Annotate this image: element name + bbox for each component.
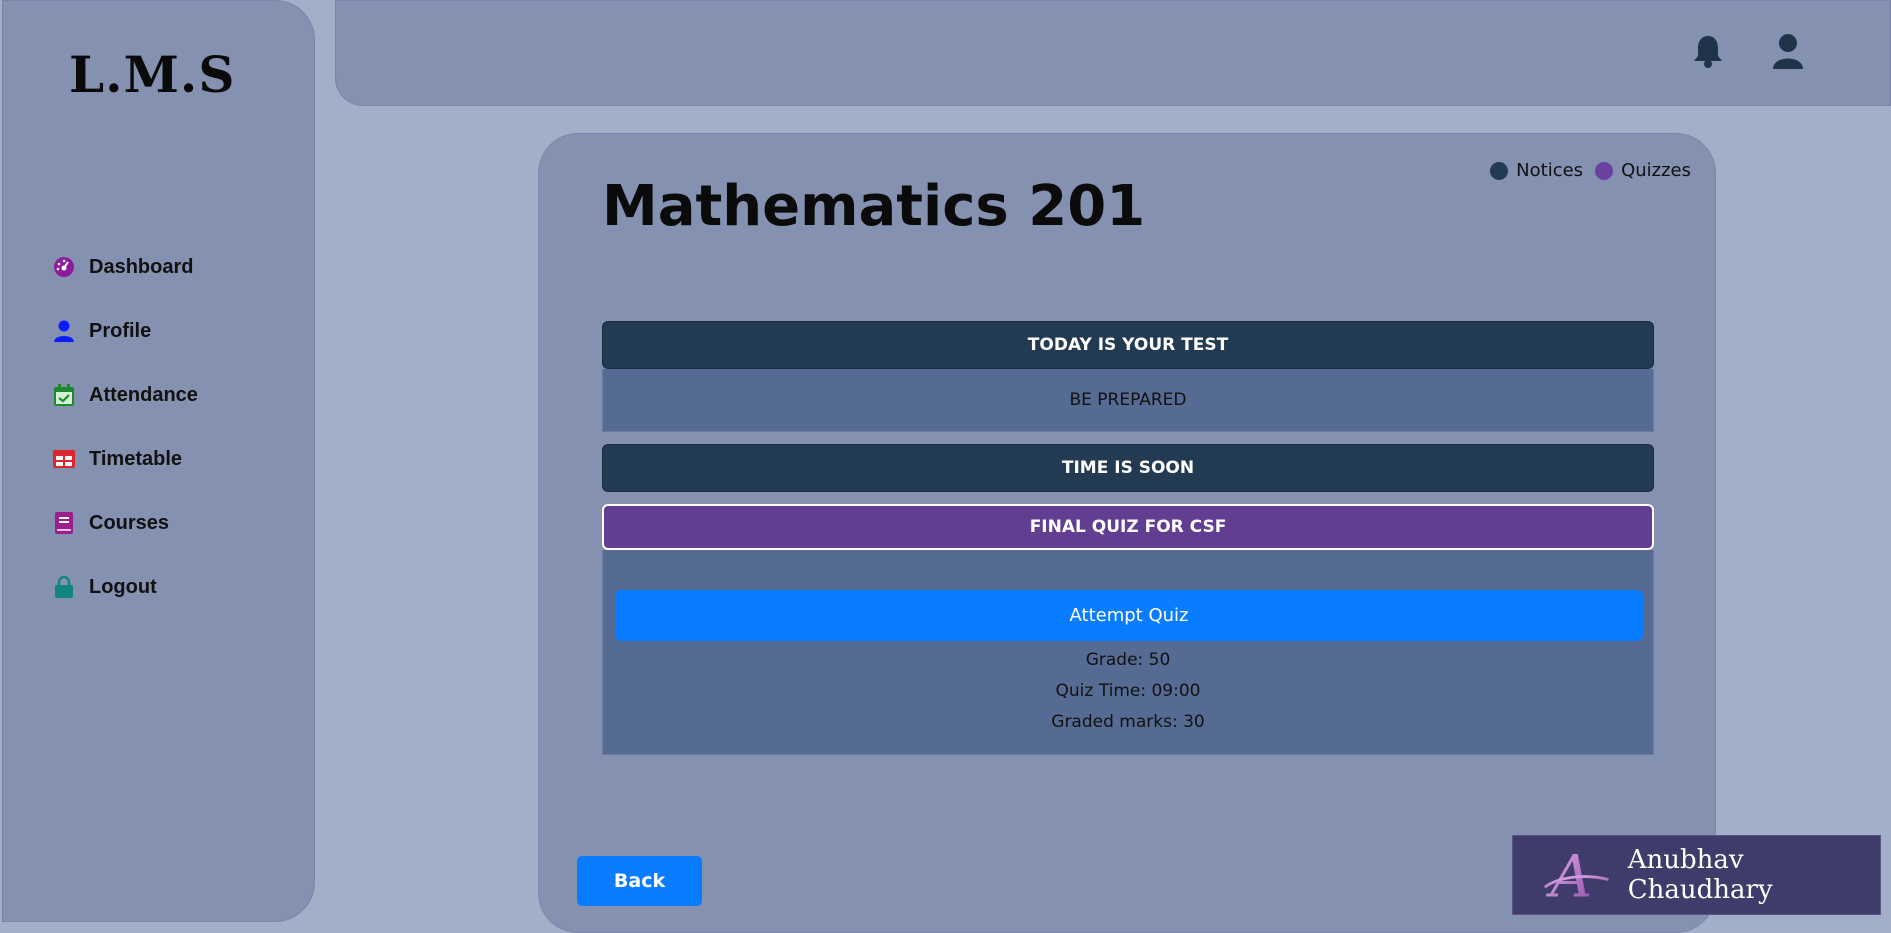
- bell-icon[interactable]: [1692, 34, 1724, 68]
- user-icon[interactable]: [1772, 33, 1804, 69]
- quiz-graded-marks: Graded marks: 30: [1051, 712, 1205, 732]
- notice-header[interactable]: TIME IS SOON: [602, 444, 1654, 492]
- sidebar-item-attendance[interactable]: Attendance: [53, 363, 198, 427]
- attempt-quiz-button[interactable]: Attempt Quiz: [615, 590, 1643, 641]
- notice-header[interactable]: TODAY IS YOUR TEST: [602, 321, 1654, 369]
- course-card: Mathematics 201 Notices Quizzes TODAY IS…: [538, 133, 1716, 933]
- sidebar-item-label: Profile: [89, 319, 152, 342]
- sidebar-item-timetable[interactable]: Timetable: [53, 427, 198, 491]
- page-title: Mathematics 201: [602, 174, 1146, 239]
- quiz-time: Quiz Time: 09:00: [1055, 681, 1201, 701]
- signature-name: Anubhav Chaudhary: [1627, 845, 1773, 905]
- table-icon: [53, 448, 75, 470]
- sidebar-item-label: Logout: [89, 575, 157, 598]
- signature-badge: A Anubhav Chaudhary: [1512, 835, 1881, 915]
- sidebar: L.M.S Dashboard Profile Attendance Timet…: [2, 0, 315, 922]
- calendar-check-icon: [53, 384, 75, 406]
- sidebar-item-dashboard[interactable]: Dashboard: [53, 235, 198, 299]
- sidebar-item-label: Courses: [89, 511, 170, 534]
- sidebar-item-label: Dashboard: [89, 255, 194, 278]
- notice-body: BE PREPARED: [602, 369, 1654, 432]
- legend-notices-label: Notices: [1516, 160, 1584, 181]
- course-items: TODAY IS YOUR TEST BE PREPARED TIME IS S…: [602, 321, 1654, 755]
- sidebar-item-logout[interactable]: Logout: [53, 555, 198, 619]
- quiz-grade: Grade: 50: [1085, 650, 1171, 670]
- sidebar-nav: Dashboard Profile Attendance Timetable C…: [53, 235, 198, 619]
- dashboard-icon: [53, 256, 75, 278]
- user-icon: [53, 320, 75, 342]
- sidebar-item-label: Attendance: [89, 383, 198, 406]
- quiz-header[interactable]: FINAL QUIZ FOR CSF: [602, 504, 1654, 550]
- sidebar-item-label: Timetable: [89, 447, 182, 470]
- legend: Notices Quizzes: [1482, 160, 1691, 181]
- quiz-body: Attempt Quiz Grade: 50 Quiz Time: 09:00 …: [602, 550, 1654, 755]
- sidebar-item-courses[interactable]: Courses: [53, 491, 198, 555]
- quizzes-legend-dot: [1595, 161, 1614, 180]
- lock-icon: [53, 576, 75, 598]
- notices-legend-dot: [1490, 161, 1509, 180]
- app-logo: L.M.S: [69, 45, 236, 104]
- book-icon: [53, 512, 75, 534]
- top-bar: [335, 0, 1891, 106]
- sidebar-item-profile[interactable]: Profile: [53, 299, 198, 363]
- back-button[interactable]: Back: [577, 856, 702, 906]
- signature-monogram-icon: A: [1543, 843, 1609, 910]
- legend-quizzes-label: Quizzes: [1621, 160, 1691, 181]
